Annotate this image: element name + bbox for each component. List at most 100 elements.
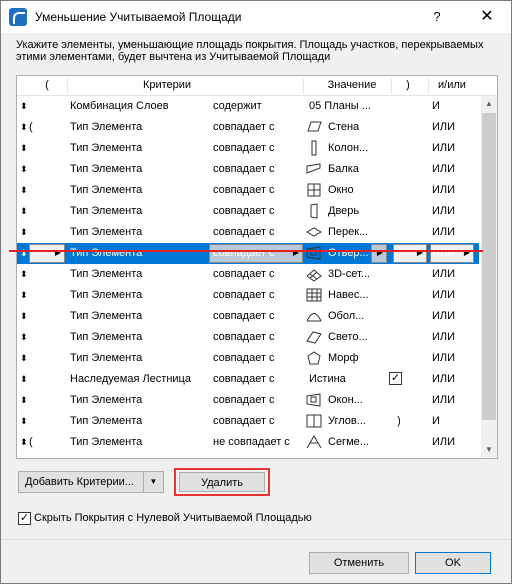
criteria-cell[interactable]: Тип Элемента — [70, 121, 208, 133]
left-paren-cell[interactable]: ( — [29, 436, 37, 448]
value-cell[interactable]: Навес... — [328, 289, 403, 301]
table-row[interactable]: ⬍ Тип Элемента совпадает с Свето... ИЛИ — [17, 327, 479, 348]
value-cell[interactable]: Истина — [309, 373, 384, 385]
table-row[interactable]: ⬍ Тип Элемента совпадает с Окон... ИЛИ — [17, 390, 479, 411]
table-row[interactable]: ⬍(Тип Элемента не совпадает с Сегме... ИЛИ — [17, 432, 479, 453]
vertical-scrollbar[interactable]: ▲ ▼ — [481, 96, 497, 458]
operator-cell[interactable]: совпадает с — [213, 163, 303, 175]
value-checkbox[interactable]: ✓ — [389, 372, 402, 385]
criteria-cell[interactable]: Тип Элемента — [70, 436, 208, 448]
and-or-cell[interactable]: И — [432, 100, 472, 112]
operator-cell[interactable]: совпадает с — [213, 415, 303, 427]
and-or-cell[interactable]: ИЛИ — [432, 205, 472, 217]
value-cell[interactable]: 3D-сет... — [328, 268, 403, 280]
value-cell[interactable]: Окно — [328, 184, 403, 196]
operator-cell[interactable]: совпадает с — [213, 310, 303, 322]
criteria-cell[interactable]: Тип Элемента — [70, 205, 208, 217]
operator-cell[interactable]: совпадает с — [213, 394, 303, 406]
drag-handle-icon[interactable]: ⬍ — [20, 143, 30, 154]
and-or-cell[interactable]: ИЛИ — [432, 436, 472, 448]
scroll-thumb[interactable] — [482, 113, 496, 420]
and-or-cell[interactable]: ИЛИ — [432, 163, 472, 175]
and-or-cell[interactable]: ИЛИ — [432, 247, 472, 259]
delete-button[interactable]: Удалить — [179, 472, 265, 492]
criteria-cell[interactable]: Тип Элемента — [70, 415, 208, 427]
operator-cell[interactable]: совпадает с — [213, 352, 303, 364]
value-cell[interactable]: Балка — [328, 163, 403, 175]
table-row[interactable]: ⬍ Наследуемая Лестница совпадает с Истина ✓ И… — [17, 369, 479, 390]
value-cell[interactable]: Морф — [328, 352, 403, 364]
operator-cell[interactable]: совпадает с — [213, 184, 303, 196]
table-row[interactable]: ⬍ Тип Элемента совпадает с Углов...) И — [17, 411, 479, 432]
drag-handle-icon[interactable]: ⬍ — [20, 332, 30, 343]
criteria-cell[interactable]: Тип Элемента — [70, 163, 208, 175]
value-cell[interactable]: Сегме... — [328, 436, 403, 448]
drag-handle-icon[interactable]: ⬍ — [20, 164, 30, 175]
table-row[interactable]: ⬍ Тип Элемента совпадает с Дверь ИЛИ — [17, 201, 479, 222]
table-row[interactable]: ⬍ Тип Элемента совпадает с Обол... ИЛИ — [17, 306, 479, 327]
value-cell[interactable]: Углов... — [328, 415, 403, 427]
operator-cell[interactable]: совпадает с — [213, 226, 303, 238]
add-criteria-button[interactable]: Добавить Критерии... ▼ — [18, 471, 164, 493]
and-or-cell[interactable]: ИЛИ — [432, 121, 472, 133]
and-or-cell[interactable]: ИЛИ — [432, 310, 472, 322]
and-or-cell[interactable]: ИЛИ — [432, 184, 472, 196]
scroll-down-icon[interactable]: ▼ — [481, 442, 497, 458]
value-cell[interactable]: Отвер... — [328, 247, 403, 259]
close-button[interactable]: ✕ — [477, 6, 497, 26]
table-row[interactable] — [17, 453, 479, 458]
chevron-down-icon[interactable]: ▼ — [143, 472, 163, 492]
drag-handle-icon[interactable]: ⬍ — [20, 374, 30, 385]
criteria-cell[interactable]: Тип Элемента — [70, 226, 208, 238]
value-cell[interactable]: Дверь — [328, 205, 403, 217]
and-or-cell[interactable]: ИЛИ — [432, 352, 472, 364]
drag-handle-icon[interactable]: ⬍ — [20, 227, 30, 238]
operator-cell[interactable]: совпадает с — [213, 205, 303, 217]
and-or-cell[interactable]: ИЛИ — [432, 226, 472, 238]
left-paren-dropdown[interactable]: ▶ — [29, 244, 65, 263]
criteria-cell[interactable]: Тип Элемента — [70, 184, 208, 196]
ok-button[interactable]: OK — [415, 552, 491, 574]
hide-zero-area-checkbox[interactable]: ✓ — [18, 512, 31, 525]
table-row[interactable]: ⬍ Тип Элемента совпадает с Балка ИЛИ — [17, 159, 479, 180]
drag-handle-icon[interactable]: ⬍ — [20, 290, 30, 301]
and-or-cell[interactable]: ИЛИ — [432, 289, 472, 301]
and-or-cell[interactable]: ИЛИ — [432, 268, 472, 280]
value-cell[interactable]: Окон... — [328, 394, 403, 406]
operator-cell[interactable]: содержит — [213, 100, 303, 112]
operator-cell[interactable]: совпадает с — [213, 373, 303, 385]
table-row[interactable]: ⬍ Тип Элемента совпадает с Окно ИЛИ — [17, 180, 479, 201]
left-paren-cell[interactable]: ( — [29, 121, 37, 133]
criteria-cell[interactable]: Тип Элемента — [70, 352, 208, 364]
value-cell[interactable]: Обол... — [328, 310, 403, 322]
right-paren-cell[interactable]: ) — [395, 415, 403, 427]
and-or-cell[interactable]: ИЛИ — [432, 142, 472, 154]
criteria-cell[interactable]: Тип Элемента — [70, 394, 208, 406]
drag-handle-icon[interactable]: ⬍ — [20, 353, 30, 364]
table-row[interactable]: ▶ ▶ ▶ ▶ ▶ ⬍ Тип Элемента совпадает с Отвер... ИЛИ — [17, 243, 479, 264]
operator-cell[interactable]: совпадает с — [213, 247, 303, 259]
criteria-cell[interactable]: Тип Элемента — [70, 142, 208, 154]
and-or-cell[interactable]: И — [432, 415, 472, 427]
criteria-cell[interactable]: Тип Элемента — [70, 331, 208, 343]
drag-handle-icon[interactable]: ⬍ — [20, 206, 30, 217]
criteria-cell[interactable]: Тип Элемента — [70, 289, 208, 301]
value-cell[interactable]: Стена — [328, 121, 403, 133]
cancel-button[interactable]: Отменить — [309, 552, 409, 574]
drag-handle-icon[interactable]: ⬍ — [20, 395, 30, 406]
table-row[interactable]: ⬍ Комбинация Слоев содержит 05 Планы ... И — [17, 96, 479, 117]
drag-handle-icon[interactable]: ⬍ — [20, 185, 30, 196]
operator-cell[interactable]: совпадает с — [213, 289, 303, 301]
value-cell[interactable]: 05 Планы ... — [309, 100, 384, 112]
scroll-up-icon[interactable]: ▲ — [481, 96, 497, 112]
value-cell[interactable]: Свето... — [328, 331, 403, 343]
table-row[interactable]: ⬍ Тип Элемента совпадает с 3D-сет... ИЛИ — [17, 264, 479, 285]
help-button[interactable]: ? — [429, 9, 445, 24]
operator-cell[interactable]: совпадает с — [213, 121, 303, 133]
operator-cell[interactable]: не совпадает с — [213, 436, 303, 448]
table-row[interactable]: ⬍ Тип Элемента совпадает с Перек... ИЛИ — [17, 222, 479, 243]
value-cell[interactable]: Перек... — [328, 226, 403, 238]
table-row[interactable]: ⬍ Тип Элемента совпадает с Колон... ИЛИ — [17, 138, 479, 159]
criteria-cell[interactable]: Тип Элемента — [70, 247, 208, 259]
criteria-cell[interactable]: Комбинация Слоев — [70, 100, 208, 112]
